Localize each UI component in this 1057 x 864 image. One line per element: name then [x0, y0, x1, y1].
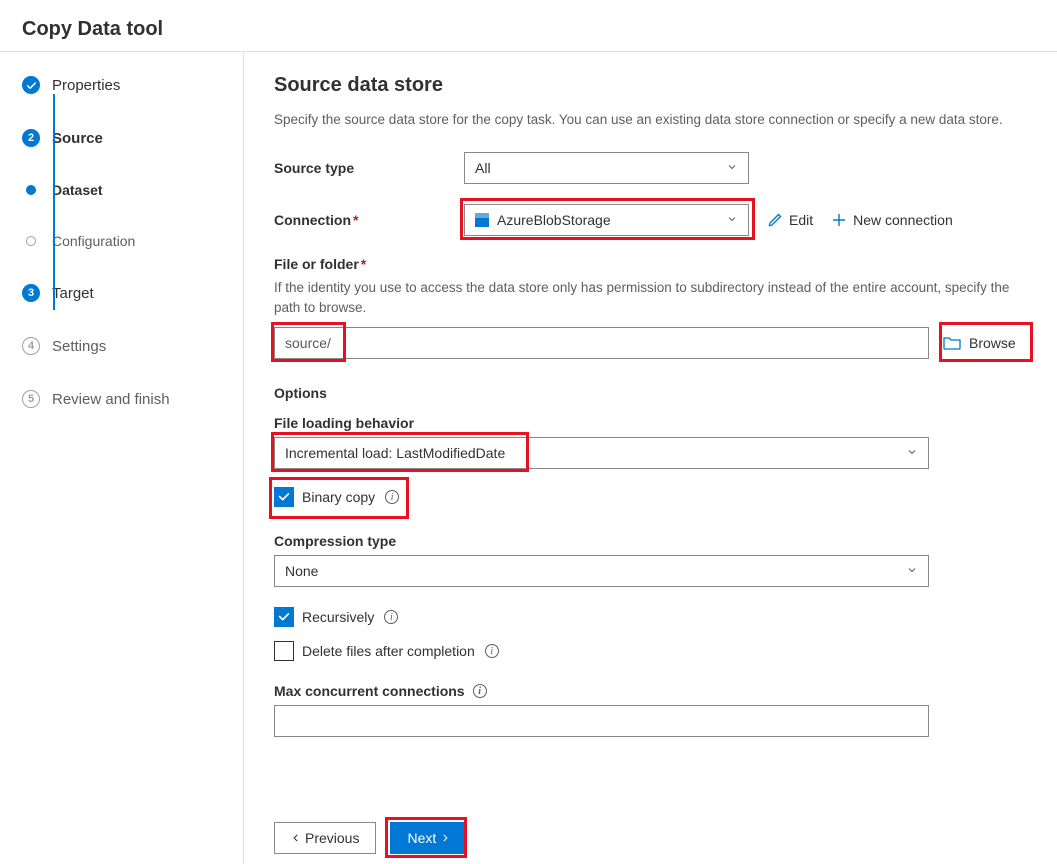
- connection-value: AzureBlobStorage: [497, 212, 611, 228]
- chevron-left-icon: [291, 833, 301, 843]
- info-icon[interactable]: i: [473, 684, 487, 698]
- chevron-right-icon: [440, 833, 450, 843]
- source-type-label: Source type: [274, 160, 464, 176]
- info-icon[interactable]: i: [385, 490, 399, 504]
- browse-button[interactable]: Browse: [943, 335, 1016, 351]
- step-label: Source: [52, 130, 103, 147]
- source-type-value: All: [475, 160, 491, 176]
- plus-icon: [831, 212, 847, 228]
- app-title: Copy Data tool: [22, 18, 1037, 41]
- edit-connection-button[interactable]: Edit: [767, 212, 813, 228]
- step-number-icon: 4: [22, 337, 40, 355]
- info-icon[interactable]: i: [384, 610, 398, 624]
- step-number-icon: 3: [22, 284, 40, 302]
- compression-label: Compression type: [274, 533, 1037, 549]
- step-number-icon: 5: [22, 390, 40, 408]
- max-conn-input[interactable]: [274, 705, 929, 737]
- check-icon: [22, 76, 40, 94]
- previous-button[interactable]: Previous: [274, 822, 376, 854]
- options-title: Options: [274, 385, 1037, 401]
- wizard-footer: Previous Next: [274, 808, 467, 854]
- step-label: Review and finish: [52, 391, 170, 408]
- pencil-icon: [767, 212, 783, 228]
- header: Copy Data tool: [0, 0, 1057, 52]
- delete-after-label: Delete files after completion: [302, 643, 475, 659]
- compression-value: None: [285, 563, 318, 579]
- wizard-sidebar: Properties 2 Source Dataset Configuratio…: [0, 52, 244, 864]
- substep-label: Configuration: [52, 233, 135, 249]
- step-review[interactable]: 5 Review and finish: [22, 390, 225, 408]
- page-description: Specify the source data store for the co…: [274, 112, 1037, 127]
- storage-icon: [475, 213, 489, 227]
- max-conn-label: Max concurrent connections: [274, 683, 465, 699]
- binary-copy-label: Binary copy: [302, 489, 375, 505]
- info-icon[interactable]: i: [485, 644, 499, 658]
- check-icon: [277, 610, 291, 624]
- main-panel: Source data store Specify the source dat…: [244, 52, 1057, 864]
- dot-icon: [26, 185, 36, 195]
- page-title: Source data store: [274, 74, 1037, 97]
- step-label: Settings: [52, 338, 106, 355]
- file-folder-label: File or folder*: [274, 256, 1037, 272]
- file-loading-dropdown[interactable]: Incremental load: LastModifiedDate: [274, 437, 929, 469]
- file-folder-input[interactable]: [274, 327, 929, 359]
- compression-dropdown[interactable]: None: [274, 555, 929, 587]
- step-label: Target: [52, 285, 94, 302]
- connection-label: Connection*: [274, 212, 464, 228]
- step-properties[interactable]: Properties: [22, 76, 225, 94]
- file-loading-label: File loading behavior: [274, 415, 1037, 431]
- file-folder-hint: If the identity you use to access the da…: [274, 278, 1037, 317]
- step-settings[interactable]: 4 Settings: [22, 337, 225, 355]
- step-number-icon: 2: [22, 129, 40, 147]
- chevron-down-icon: [726, 212, 738, 228]
- source-type-dropdown[interactable]: All: [464, 152, 749, 184]
- dot-icon: [26, 236, 36, 246]
- recursively-checkbox[interactable]: [274, 607, 294, 627]
- check-icon: [277, 490, 291, 504]
- file-loading-value: Incremental load: LastModifiedDate: [285, 445, 505, 461]
- chevron-down-icon: [906, 563, 918, 579]
- folder-icon: [943, 335, 961, 351]
- next-button[interactable]: Next: [390, 822, 467, 854]
- chevron-down-icon: [726, 160, 738, 176]
- binary-copy-checkbox[interactable]: [274, 487, 294, 507]
- connection-dropdown[interactable]: AzureBlobStorage: [464, 204, 749, 236]
- new-connection-button[interactable]: New connection: [831, 212, 953, 228]
- chevron-down-icon: [906, 445, 918, 461]
- recursively-label: Recursively: [302, 609, 374, 625]
- delete-after-checkbox[interactable]: [274, 641, 294, 661]
- step-label: Properties: [52, 77, 120, 94]
- substep-label: Dataset: [52, 182, 103, 198]
